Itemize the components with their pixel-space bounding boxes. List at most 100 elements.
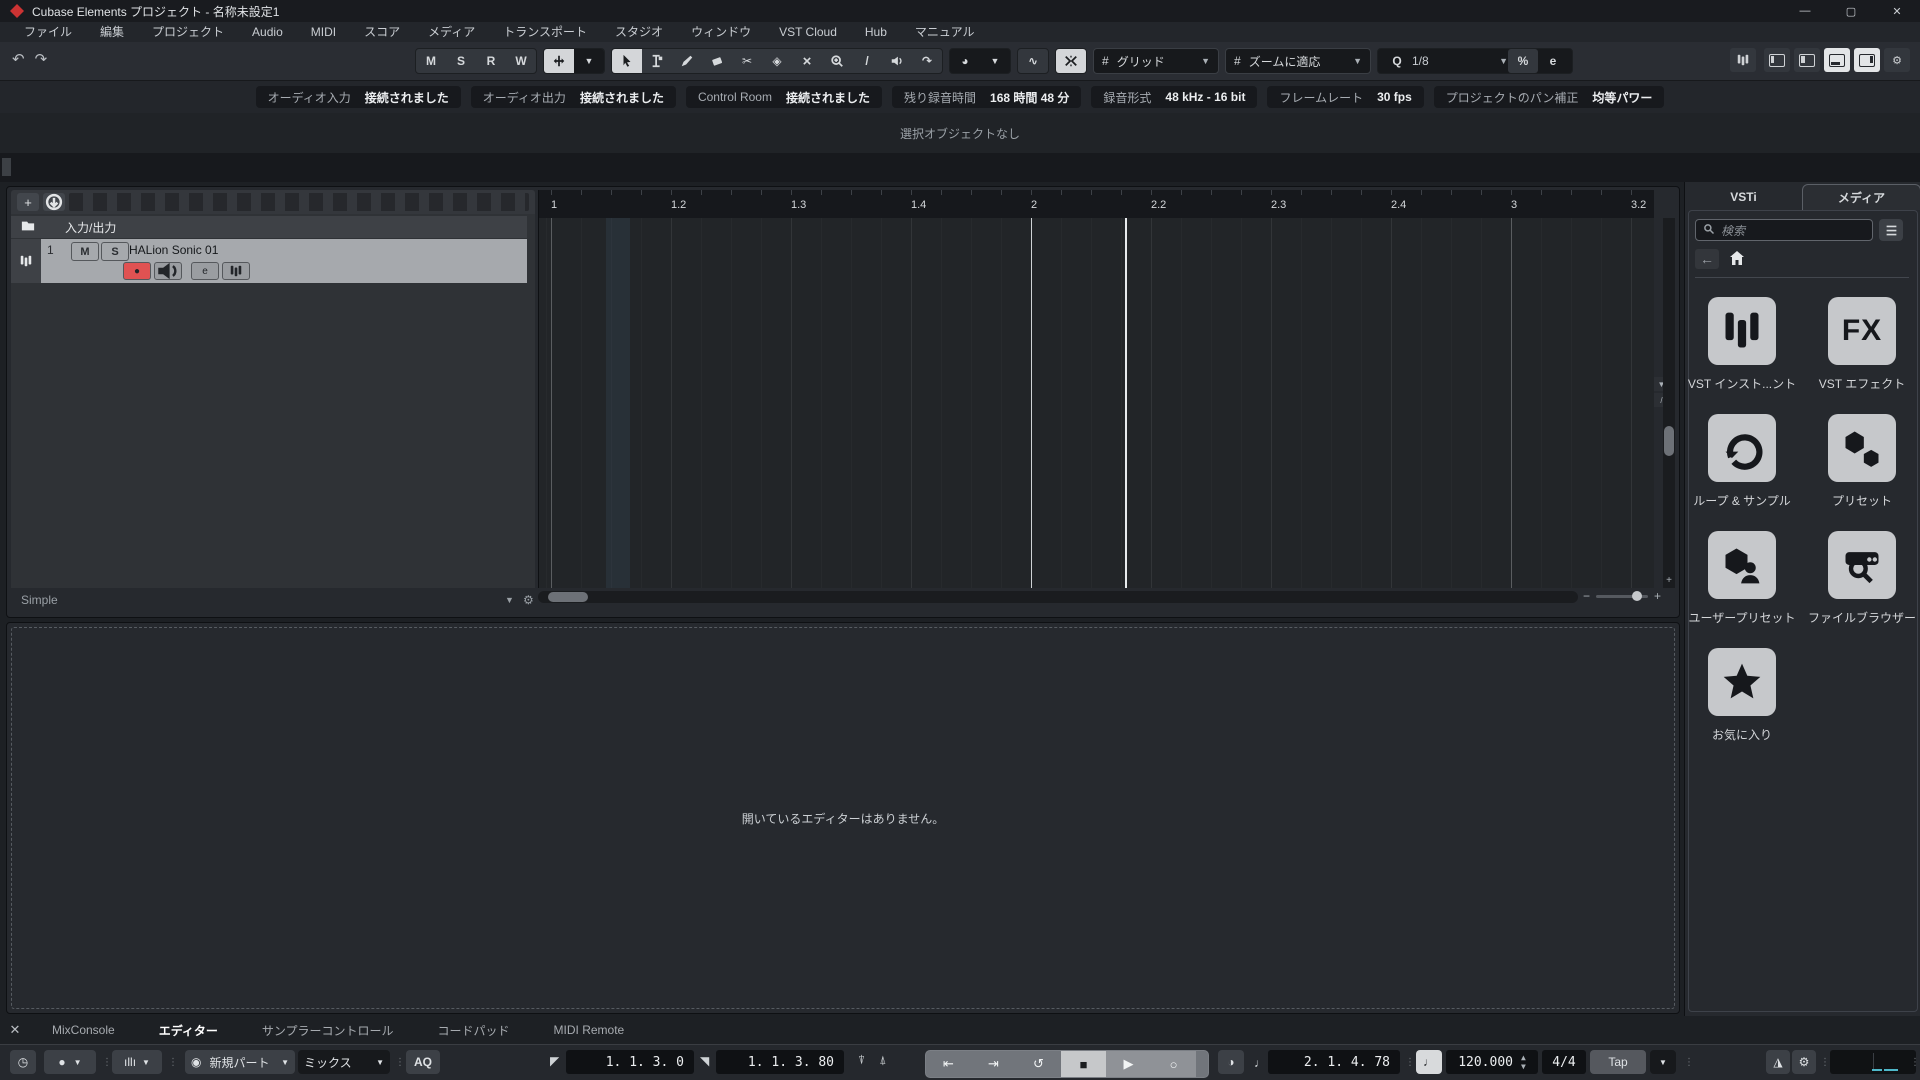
home-button[interactable]	[1729, 250, 1745, 269]
tab-sampler-control[interactable]: サンプラーコントロール	[240, 1022, 416, 1039]
redo-icon[interactable]: ↷	[35, 50, 48, 68]
event-display[interactable]	[538, 218, 1654, 588]
tempo-display[interactable]: 120.000 ▲ ▼	[1446, 1050, 1538, 1074]
mute-tool[interactable]: ×	[792, 49, 822, 73]
track-controls-preset[interactable]: Simple	[21, 593, 58, 607]
punch-out-button[interactable]: ⍋	[879, 1053, 886, 1068]
metronome-click-button[interactable]: ◑	[1218, 1050, 1244, 1074]
zoom-slider[interactable]	[1596, 590, 1649, 601]
menu-item[interactable]: Hub	[851, 22, 901, 42]
tap-mode-dropdown[interactable]: ▼	[1650, 1050, 1676, 1074]
window-layout-setup-button[interactable]: ⚙	[1884, 48, 1910, 72]
object-selection-tool[interactable]	[612, 49, 642, 73]
read-automation-button[interactable]: R	[476, 49, 506, 73]
line-tool[interactable]: /	[852, 49, 882, 73]
right-locator-display[interactable]: 1. 1. 3. 80	[716, 1050, 844, 1074]
media-tile[interactable]: ループ & サンプル	[1693, 414, 1791, 509]
vertical-scrollbar[interactable]: +	[1663, 218, 1675, 588]
tab-media[interactable]: メディア	[1802, 184, 1920, 210]
back-arrow-button[interactable]: ←	[1695, 249, 1719, 269]
grid-type-dropdown[interactable]: # グリッド ▼	[1093, 48, 1219, 74]
record-enable-button[interactable]: ●	[123, 262, 151, 280]
tab-vsti[interactable]: VSTi	[1685, 184, 1802, 210]
use-track-preset-button[interactable]	[43, 193, 65, 211]
record-mode-dropdown[interactable]: ● ▼	[44, 1050, 96, 1074]
tempo-track-button[interactable]: ♩	[1416, 1050, 1442, 1074]
transport-gear-icon[interactable]: ⚙	[1792, 1050, 1816, 1074]
vscroll-thumb[interactable]	[1664, 426, 1674, 456]
play-button[interactable]: ▶	[1106, 1051, 1151, 1077]
tab-chord-pads[interactable]: コードパッド	[416, 1022, 532, 1039]
folder-track-io[interactable]: 入力/出力	[11, 216, 527, 238]
vertical-zoom-in-button[interactable]: +	[1663, 575, 1675, 586]
cycle-button[interactable]: ↺	[1016, 1051, 1061, 1077]
zoom-in-button[interactable]: +	[1654, 589, 1661, 603]
autoscroll-dropdown[interactable]: ▼	[574, 49, 604, 73]
menu-item[interactable]: ファイル	[10, 22, 86, 42]
track-mute-button[interactable]: M	[71, 242, 99, 261]
cursor-position-display[interactable]: 2. 1. 4. 78	[1268, 1050, 1400, 1074]
menu-item[interactable]: VST Cloud	[765, 22, 851, 42]
media-tile[interactable]: お気に入り	[1701, 648, 1783, 743]
undo-icon[interactable]: ↶	[12, 50, 25, 68]
stop-button[interactable]: ■	[1061, 1051, 1106, 1077]
edit-channel-button[interactable]: e	[191, 262, 219, 280]
snap-button[interactable]	[1056, 49, 1086, 73]
go-to-start-button[interactable]: ⇤	[926, 1051, 971, 1077]
metronome-setup-icon[interactable]: ◮	[1766, 1050, 1790, 1074]
auto-quantize-button[interactable]: AQ	[406, 1050, 440, 1074]
zoom-out-button[interactable]: −	[1583, 589, 1590, 603]
glue-tool[interactable]: ◈	[762, 49, 792, 73]
media-search-input[interactable]: 検索	[1695, 219, 1873, 241]
right-zone-toggle[interactable]	[1854, 48, 1880, 72]
media-tile[interactable]: ファイルブラウザー	[1808, 531, 1916, 626]
constrain-delay-button[interactable]: ◷	[10, 1050, 36, 1074]
menu-item[interactable]: ウィンドウ	[677, 22, 765, 42]
signature-display[interactable]: 4/4	[1542, 1050, 1586, 1074]
tab-midi-remote[interactable]: MIDI Remote	[532, 1023, 647, 1037]
horizontal-scrollbar[interactable]	[538, 591, 1578, 603]
divider-dots[interactable]: ⋮	[1910, 1057, 1920, 1068]
media-tile[interactable]: VST インスト...ント	[1688, 297, 1796, 392]
punch-in-button[interactable]: ⍒	[858, 1053, 865, 1068]
divider-dots[interactable]: ⋮	[395, 1057, 406, 1068]
minimize-button[interactable]: —	[1782, 0, 1828, 22]
menu-item[interactable]: MIDI	[297, 22, 350, 42]
track-solo-button[interactable]: S	[101, 242, 129, 261]
menu-item[interactable]: マニュアル	[901, 22, 989, 42]
hscroll-thumb[interactable]	[548, 592, 588, 602]
menu-item[interactable]: 編集	[86, 22, 138, 42]
quantize-preset-dropdown[interactable]: 1/8 ▼	[1412, 54, 1508, 68]
comp-tool[interactable]: ↷	[912, 49, 942, 73]
write-automation-button[interactable]: W	[506, 49, 536, 73]
autoscroll-button[interactable]	[544, 49, 574, 73]
left-locator-flag-icon[interactable]: ◤	[550, 1054, 559, 1068]
track-setup-gear-icon[interactable]: ⚙	[523, 593, 534, 607]
solo-all-button[interactable]: S	[446, 49, 476, 73]
preset-dropdown-caret[interactable]: ▼	[505, 595, 514, 605]
menu-item[interactable]: メディア	[414, 22, 489, 42]
snap-zero-crossing-button[interactable]: ∿	[1018, 49, 1048, 73]
lower-zone-toggle[interactable]	[1824, 48, 1850, 72]
audio-record-mode-dropdown[interactable]: ıllı ▼	[112, 1050, 162, 1074]
timeline-ruler[interactable]: 1 1.2 1.3 1.4 2 2.2 2.3 2.4 3 3.2	[538, 190, 1654, 218]
tab-mixconsole[interactable]: MixConsole	[30, 1023, 137, 1037]
zoom-tool[interactable]	[822, 49, 852, 73]
instrument-editor-button[interactable]	[222, 262, 250, 280]
zoom-slider-knob[interactable]	[1632, 590, 1643, 601]
color-menu-dropdown[interactable]: ▼	[980, 49, 1010, 73]
menu-item[interactable]: プロジェクト	[138, 22, 238, 42]
instrument-rack-button[interactable]	[1730, 48, 1756, 72]
tap-tempo-button[interactable]: Tap	[1590, 1050, 1646, 1074]
divider-dots[interactable]: ⋮	[168, 1057, 179, 1068]
mute-all-button[interactable]: M	[416, 49, 446, 73]
color-menu-button[interactable]: ◕	[950, 49, 980, 73]
lower-zone-close-icon[interactable]: ✕	[0, 1022, 30, 1038]
erase-tool[interactable]	[702, 49, 732, 73]
draw-tool[interactable]	[672, 49, 702, 73]
media-tile[interactable]: プリセット	[1821, 414, 1903, 509]
record-button[interactable]: ○	[1151, 1051, 1196, 1077]
left-zone-toggle[interactable]	[1764, 48, 1790, 72]
tab-editor[interactable]: エディター	[137, 1022, 240, 1039]
menu-item[interactable]: トランスポート	[489, 22, 601, 42]
